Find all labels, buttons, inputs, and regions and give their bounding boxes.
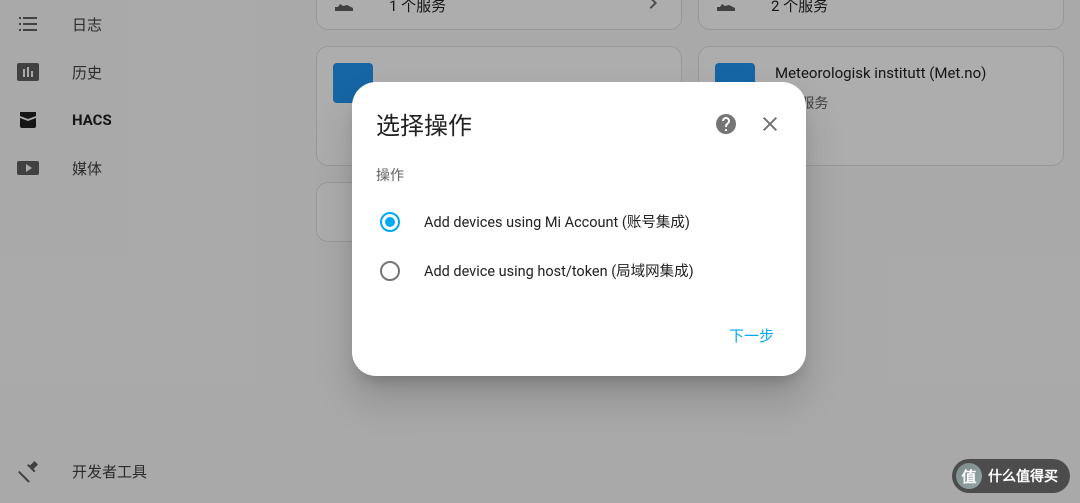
radio-option-token[interactable]: Add device using host/token (局域网集成) <box>376 246 782 295</box>
next-button[interactable]: 下一步 <box>721 319 782 352</box>
dialog-footer: 下一步 <box>376 319 782 352</box>
watermark-text: 什么值得买 <box>988 466 1058 486</box>
config-flow-dialog: 选择操作 操作 Add devices using Mi Account (账号… <box>352 82 806 376</box>
dialog-title: 选择操作 <box>376 106 714 141</box>
watermark-icon: 值 <box>956 463 982 489</box>
radio-group: Add devices using Mi Account (账号集成) Add … <box>376 197 782 295</box>
watermark: 值 什么值得买 <box>952 459 1070 493</box>
radio-label: Add devices using Mi Account (账号集成) <box>424 211 690 232</box>
radio-button[interactable] <box>380 212 400 232</box>
radio-label: Add device using host/token (局域网集成) <box>424 260 694 281</box>
dialog-header: 选择操作 <box>376 106 782 141</box>
radio-button[interactable] <box>380 261 400 281</box>
radio-option-account[interactable]: Add devices using Mi Account (账号集成) <box>376 197 782 246</box>
close-icon[interactable] <box>758 112 782 136</box>
help-icon[interactable] <box>714 112 738 136</box>
section-label: 操作 <box>376 165 782 185</box>
